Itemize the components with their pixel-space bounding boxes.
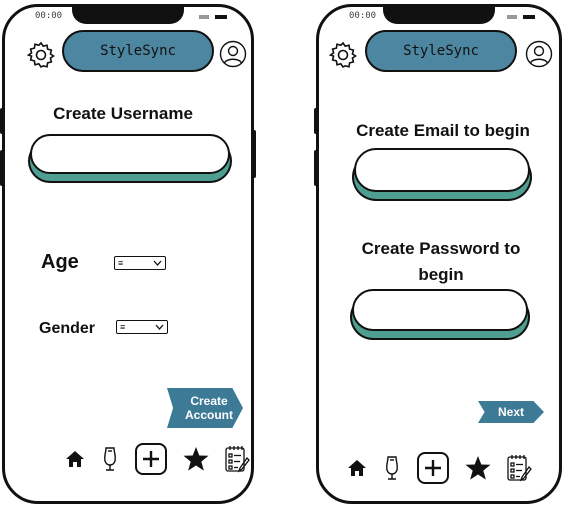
home-icon (66, 451, 84, 467)
nav-notes[interactable] (506, 453, 532, 483)
nav-home[interactable] (346, 457, 368, 479)
phone-frame-left: 00:00 (2, 4, 254, 504)
bottom-nav (64, 441, 254, 477)
side-button (0, 108, 4, 134)
age-select[interactable]: ≡ (114, 256, 166, 270)
gender-label: Gender (39, 320, 96, 337)
create-account-button[interactable]: Create Account (167, 388, 243, 428)
side-button (0, 150, 4, 186)
age-label: Age (41, 251, 79, 273)
mannequin-icon (386, 456, 398, 480)
phone-notch (383, 4, 495, 24)
next-button[interactable]: Next (478, 401, 544, 423)
username-input[interactable] (30, 134, 230, 174)
nav-favorites[interactable] (182, 446, 210, 472)
star-icon (183, 447, 209, 471)
phone-notch (72, 4, 184, 24)
chevron-down-icon (153, 260, 162, 266)
email-heading: Create Email to begin (356, 121, 530, 140)
username-heading: Create Username (53, 104, 193, 123)
status-icons (199, 15, 227, 19)
mannequin-icon (104, 447, 116, 471)
nav-wardrobe[interactable] (382, 454, 402, 482)
notepad-icon (507, 455, 532, 482)
status-time: 00:00 (349, 11, 377, 21)
nav-home[interactable] (64, 448, 86, 470)
gender-select[interactable]: ≡ (116, 320, 168, 334)
nav-favorites[interactable] (464, 455, 492, 481)
add-icon (417, 452, 449, 484)
status-time: 00:00 (35, 11, 63, 21)
profile-icon[interactable] (219, 40, 247, 68)
home-icon (348, 460, 366, 476)
side-button (314, 108, 318, 134)
lines-icon: ≡ (118, 257, 124, 268)
nav-notes[interactable] (224, 444, 250, 474)
side-button (314, 150, 318, 186)
password-heading: Create Password to begin (361, 239, 521, 284)
lines-icon: ≡ (120, 321, 126, 332)
email-input[interactable] (354, 148, 530, 192)
star-icon (465, 456, 491, 480)
nav-add[interactable] (416, 451, 450, 485)
gear-icon[interactable] (328, 40, 358, 70)
nav-wardrobe[interactable] (100, 445, 120, 473)
side-button (252, 130, 256, 178)
password-input[interactable] (352, 289, 528, 331)
status-icons (507, 15, 535, 19)
chevron-down-icon (155, 324, 164, 330)
signal-icon (199, 15, 209, 19)
brand-pill: StyleSync (62, 30, 214, 72)
brand-pill: StyleSync (365, 30, 517, 72)
nav-add[interactable] (134, 442, 168, 476)
profile-icon[interactable] (525, 40, 553, 68)
signal-icon (507, 15, 517, 19)
battery-icon (215, 15, 227, 19)
add-icon (135, 443, 167, 475)
notepad-icon (225, 446, 250, 473)
bottom-nav (346, 450, 546, 486)
battery-icon (523, 15, 535, 19)
gear-icon[interactable] (26, 40, 56, 70)
